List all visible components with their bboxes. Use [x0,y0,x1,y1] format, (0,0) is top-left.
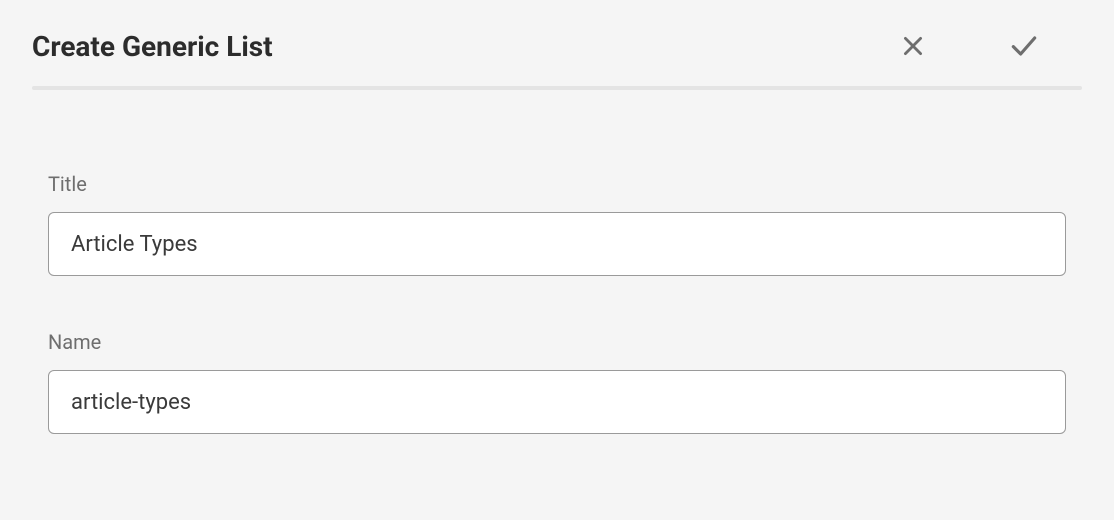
form-area: Title Name [0,90,1114,434]
confirm-button[interactable] [1002,24,1046,68]
title-input[interactable] [48,212,1066,276]
title-field: Title [48,172,1066,276]
dialog-title: Create Generic List [32,30,273,63]
close-icon [900,33,926,59]
cancel-button[interactable] [894,27,932,65]
check-icon [1008,30,1040,62]
header-actions [894,24,1082,68]
name-input[interactable] [48,370,1066,434]
dialog-header: Create Generic List [0,0,1114,86]
name-field: Name [48,330,1066,434]
name-label: Name [48,330,1066,354]
title-label: Title [48,172,1066,196]
